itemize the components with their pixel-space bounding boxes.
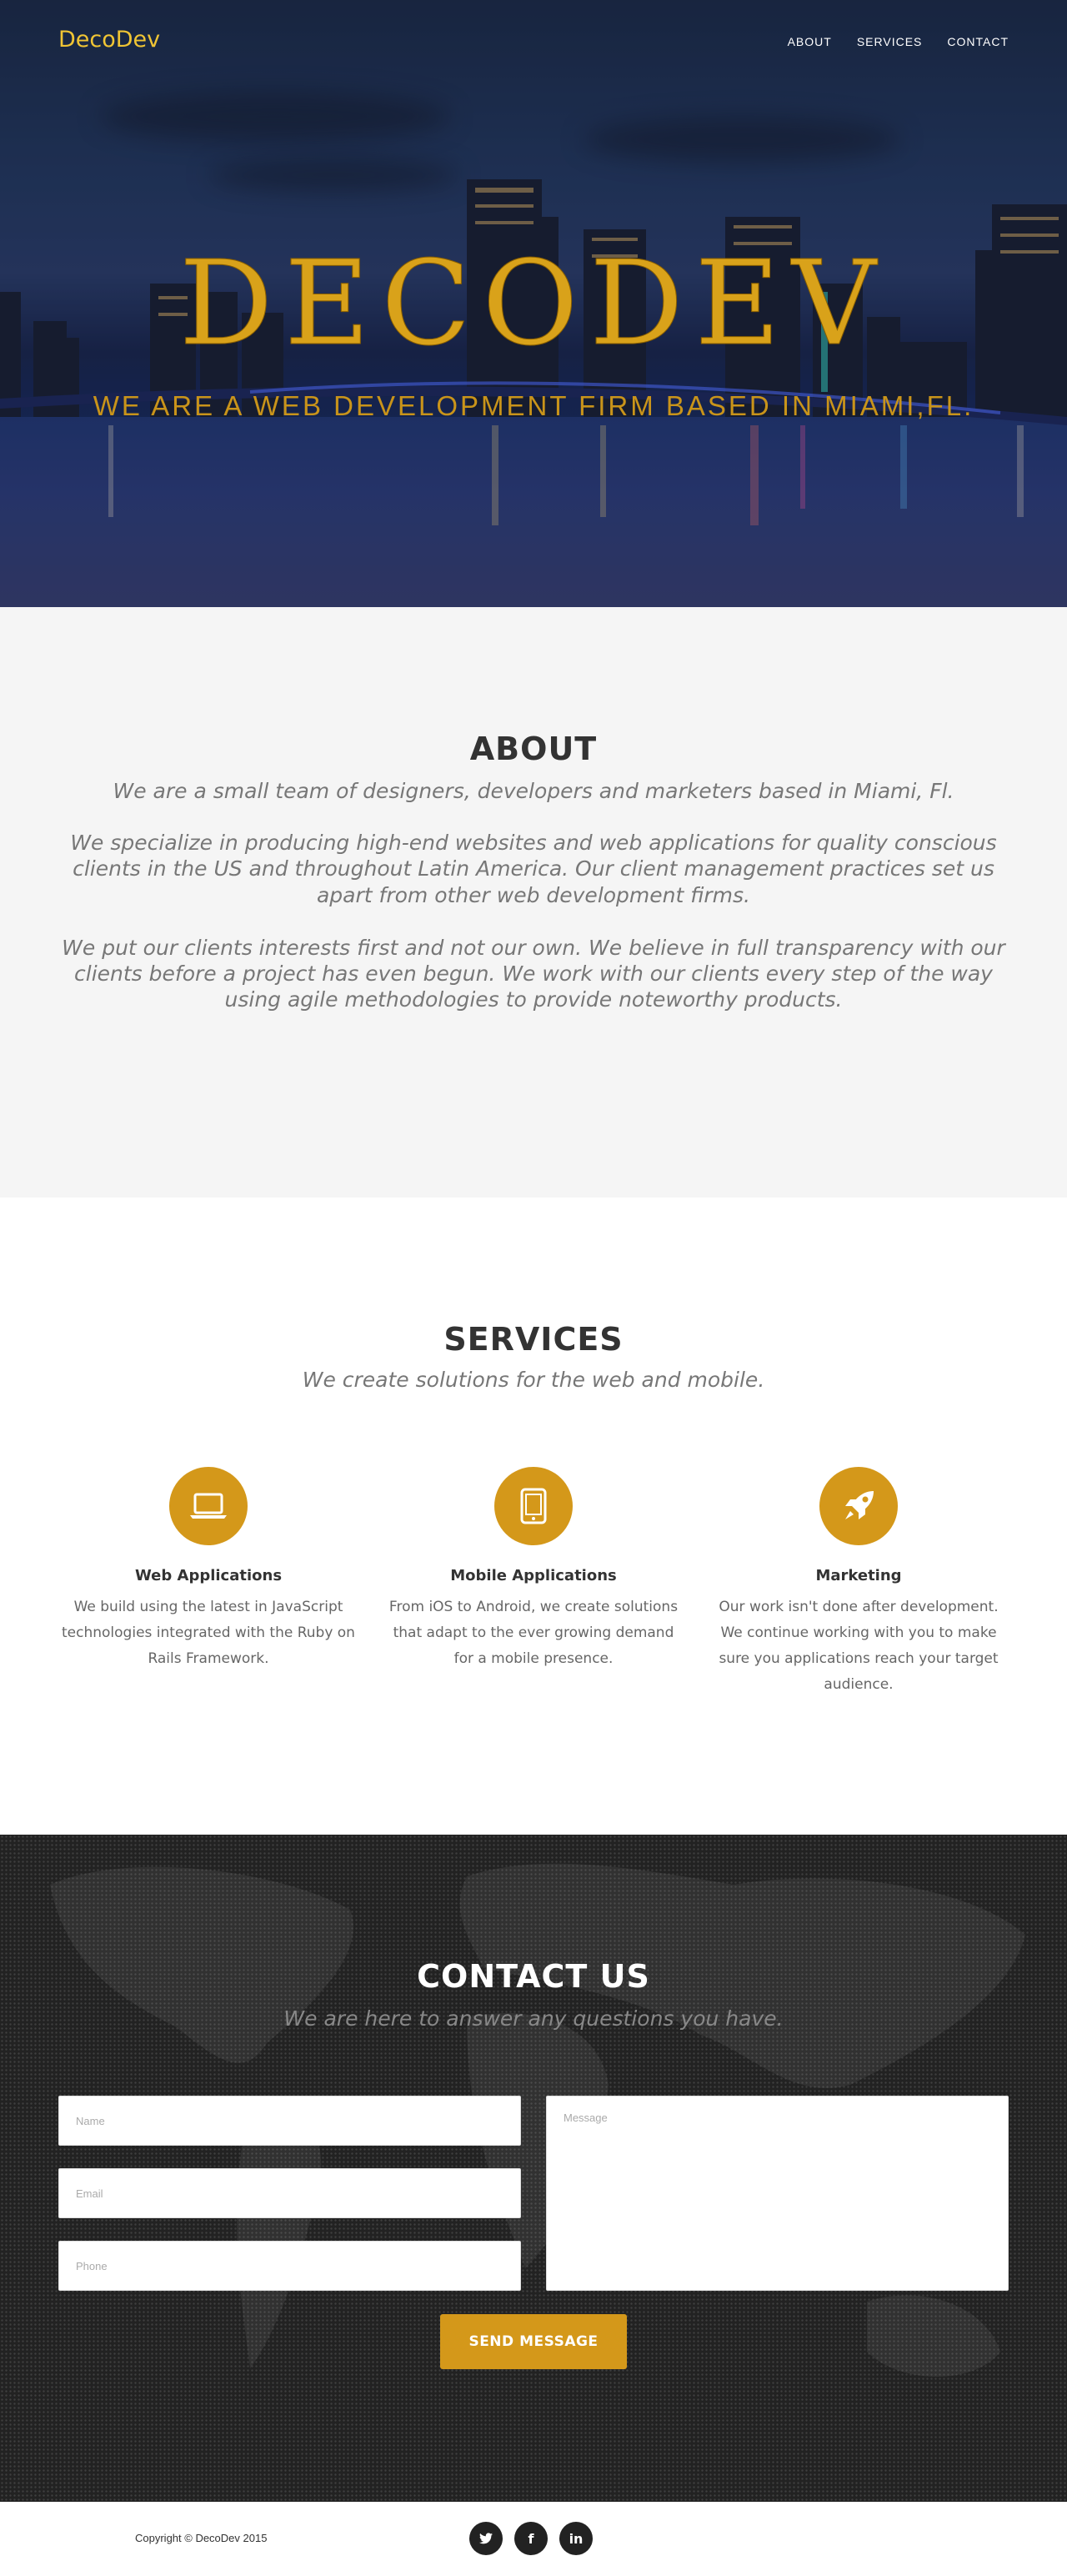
service-title: Mobile Applications <box>450 1567 617 1584</box>
facebook-icon[interactable]: f <box>514 2522 548 2555</box>
hero-subtitle: WE ARE A WEB DEVELOPMENT FIRM BASED IN M… <box>93 390 974 421</box>
service-text: We build using the latest in JavaScript … <box>62 1599 355 1667</box>
social-item-facebook: f <box>514 2522 548 2555</box>
services-lead: We create solutions for the web and mobi… <box>302 1368 765 1392</box>
contact-heading: CONTACT US <box>417 1958 650 1995</box>
site-footer: Copyright © DecoDev 2015 f in <box>0 2502 1067 2576</box>
contact-inner: CONTACT US We are here to answer any que… <box>0 1958 1067 2369</box>
service-item-web: Web Applications We build using the late… <box>58 1467 358 1698</box>
social-links: f in <box>469 2522 593 2555</box>
laptop-icon <box>169 1467 248 1545</box>
nav-menu: ABOUT SERVICES CONTACT <box>788 33 1009 49</box>
service-text: Our work isn't done after development. W… <box>719 1599 999 1693</box>
phone-input[interactable] <box>58 2241 521 2291</box>
rocket-icon <box>819 1467 898 1545</box>
nav-item-services: SERVICES <box>857 33 923 49</box>
service-text: From iOS to Android, we create solutions… <box>388 1599 679 1667</box>
about-heading: ABOUT <box>469 731 598 767</box>
contact-form <box>58 2096 1009 2292</box>
linkedin-icon[interactable]: in <box>559 2522 593 2555</box>
email-input[interactable] <box>58 2168 521 2218</box>
tablet-icon <box>494 1467 573 1545</box>
send-message-button[interactable]: SEND MESSAGE <box>440 2314 627 2369</box>
about-lead: We are a small team of designers, develo… <box>113 779 954 803</box>
service-title: Web Applications <box>134 1567 283 1584</box>
copyright-text: Copyright © DecoDev 2015 <box>135 2532 268 2544</box>
contact-lead: We are here to answer any questions you … <box>283 2006 784 2031</box>
twitter-icon[interactable] <box>469 2522 503 2555</box>
message-textarea[interactable] <box>546 2096 1009 2291</box>
nav-link-about[interactable]: ABOUT <box>788 35 832 48</box>
service-item-mobile: Mobile Applications From iOS to Android,… <box>383 1467 684 1698</box>
about-paragraph-2: We put our clients interests first and n… <box>62 935 1005 1012</box>
nav-item-about: ABOUT <box>788 33 832 49</box>
social-item-linkedin: in <box>559 2522 593 2555</box>
hero-title: DECODEV <box>179 236 888 372</box>
nav-link-contact[interactable]: CONTACT <box>947 35 1009 48</box>
service-item-marketing: Marketing Our work isn't done after deve… <box>709 1467 1009 1698</box>
hero-section: DecoDev ABOUT SERVICES CONTACT DECODEV W… <box>0 0 1067 607</box>
social-item-twitter <box>469 2522 503 2555</box>
services-section: SERVICES We create solutions for the web… <box>0 1198 1067 1835</box>
contact-section: CONTACT US We are here to answer any que… <box>0 1835 1067 2502</box>
brand-logo-link[interactable]: DecoDev <box>58 27 160 53</box>
about-section: ABOUT We are a small team of designers, … <box>0 607 1067 1198</box>
top-navbar: DecoDev ABOUT SERVICES CONTACT <box>0 0 1067 83</box>
name-input[interactable] <box>58 2096 521 2146</box>
services-heading: SERVICES <box>443 1321 624 1358</box>
nav-item-contact: CONTACT <box>947 33 1009 49</box>
nav-link-services[interactable]: SERVICES <box>857 35 923 48</box>
service-title: Marketing <box>815 1567 902 1584</box>
services-list: Web Applications We build using the late… <box>58 1467 1009 1698</box>
about-paragraph-1: We specialize in producing high-end webs… <box>70 831 997 907</box>
